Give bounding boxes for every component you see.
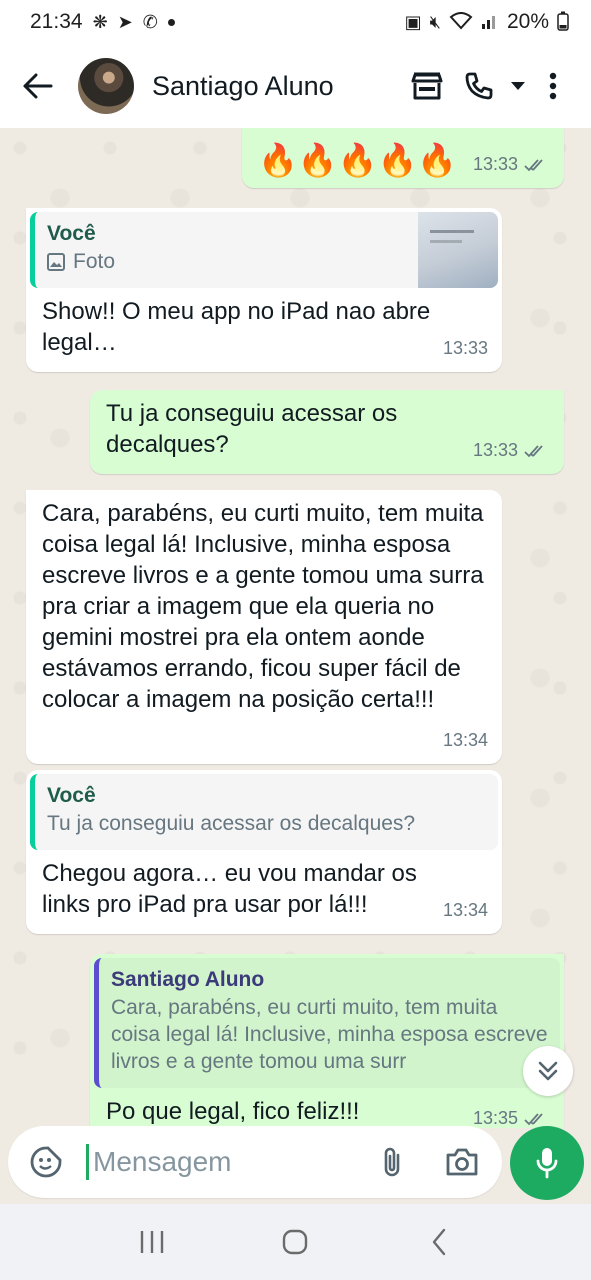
more-options-button[interactable] — [531, 62, 575, 110]
quoted-message[interactable]: Santiago Aluno Cara, parabéns, eu curti … — [94, 958, 560, 1088]
attach-button[interactable] — [370, 1140, 414, 1184]
quote-author: Santiago Aluno — [111, 968, 265, 991]
back-button[interactable] — [18, 66, 58, 106]
message-time: 13:34 — [442, 900, 488, 920]
quote-text: Foto — [47, 248, 402, 275]
photo-thumbnail[interactable] — [418, 212, 498, 288]
more-icon — [549, 72, 557, 100]
read-ticks-icon — [524, 1112, 543, 1125]
battery-percentage: 20% — [506, 10, 549, 33]
store-icon — [411, 72, 443, 100]
mute-icon: 🔇︎ — [429, 12, 441, 32]
store-button[interactable] — [401, 62, 453, 110]
sticker-button[interactable] — [24, 1140, 68, 1184]
quote-text: Cara, parabéns, eu curti muito, tem muit… — [111, 996, 548, 1073]
quote-author: Você — [47, 784, 96, 807]
paperclip-icon — [384, 1147, 400, 1177]
sticker-icon — [30, 1146, 62, 1178]
message-outgoing[interactable]: Santiago Aluno Cara, parabéns, eu curti … — [90, 954, 564, 1128]
back-nav-button[interactable] — [409, 1217, 469, 1267]
status-right: ▣ 🔇︎ 20% — [405, 10, 569, 34]
message-text: Cara, parabéns, eu curti muito, tem muit… — [42, 500, 484, 713]
call-icon — [465, 72, 493, 100]
quote-text: Tu ja conseguiu acessar os decalques? — [47, 812, 416, 835]
call-button[interactable] — [453, 62, 505, 110]
back-nav-icon — [432, 1228, 446, 1256]
chat-header: Santiago Aluno — [0, 44, 591, 128]
pinwheel-icon: ❋ — [92, 12, 108, 32]
header-actions — [401, 62, 575, 110]
notification-dot-icon — [167, 18, 175, 26]
message-time: 13:33 — [473, 435, 550, 466]
microphone-icon — [536, 1148, 558, 1179]
home-button[interactable] — [265, 1217, 325, 1267]
quoted-message[interactable]: Você Tu ja conseguiu acessar os decalque… — [30, 774, 498, 850]
status-time: 21:34 — [30, 10, 83, 33]
home-icon — [283, 1229, 308, 1255]
system-navigation-bar — [0, 1204, 591, 1280]
message-text: Chegou agora… eu vou mandar os links pro… — [42, 860, 417, 918]
message-input[interactable] — [86, 1144, 366, 1180]
chat-messages[interactable]: 🔥🔥🔥🔥🔥 13:33 Você Foto Show!! O meu app n… — [0, 128, 591, 1128]
signal-icon — [481, 12, 499, 33]
photo-icon — [47, 252, 65, 271]
message-text: Tu ja conseguiu acessar os decalques? — [106, 400, 398, 458]
contact-name[interactable]: Santiago Aluno — [152, 71, 334, 102]
whatsapp-icon: ✆ — [142, 12, 158, 32]
camera-button[interactable] — [440, 1140, 484, 1184]
message-outgoing[interactable]: 🔥🔥🔥🔥🔥 13:33 — [242, 128, 564, 188]
message-time: 13:33 — [442, 338, 488, 358]
message-composer — [8, 1126, 502, 1198]
call-dropdown-button[interactable] — [505, 62, 531, 110]
battery-icon — [557, 11, 569, 34]
wifi-icon — [449, 11, 473, 33]
quoted-message[interactable]: Você Foto — [30, 212, 498, 288]
message-incoming[interactable]: Você Foto Show!! O meu app no iPad nao a… — [26, 208, 502, 372]
scroll-to-bottom-button[interactable] — [523, 1046, 573, 1096]
message-outgoing[interactable]: Tu ja conseguiu acessar os decalques? 13… — [90, 390, 564, 474]
message-time: 13:34 — [442, 730, 488, 750]
status-bar: 21:34 ❋ ➤ ✆ ▣ 🔇︎ 20% — [0, 0, 591, 44]
camera-icon — [446, 1148, 478, 1176]
status-left: 21:34 ❋ ➤ ✆ — [30, 10, 175, 34]
message-incoming[interactable]: Cara, parabéns, eu curti muito, tem muit… — [26, 490, 502, 764]
read-ticks-icon — [524, 158, 543, 171]
quote-photo-label: Foto — [73, 250, 116, 273]
message-time: 13:33 — [473, 149, 550, 180]
message-text: Show!! O meu app no iPad nao abre legal… — [42, 298, 431, 356]
quote-author: Você — [47, 222, 96, 245]
recent-apps-button[interactable] — [122, 1217, 182, 1267]
message-time: 13:35 — [473, 1103, 550, 1128]
contact-avatar[interactable] — [78, 58, 134, 114]
dropdown-icon — [511, 82, 525, 90]
message-incoming[interactable]: Você Tu ja conseguiu acessar os decalque… — [26, 770, 502, 934]
double-chevron-down-icon — [538, 1061, 558, 1081]
telegram-icon: ➤ — [117, 12, 133, 32]
battery-saver-icon: ▣ — [404, 12, 422, 32]
read-ticks-icon — [524, 444, 543, 457]
recent-apps-icon — [140, 1231, 164, 1253]
voice-message-button[interactable] — [510, 1126, 584, 1200]
